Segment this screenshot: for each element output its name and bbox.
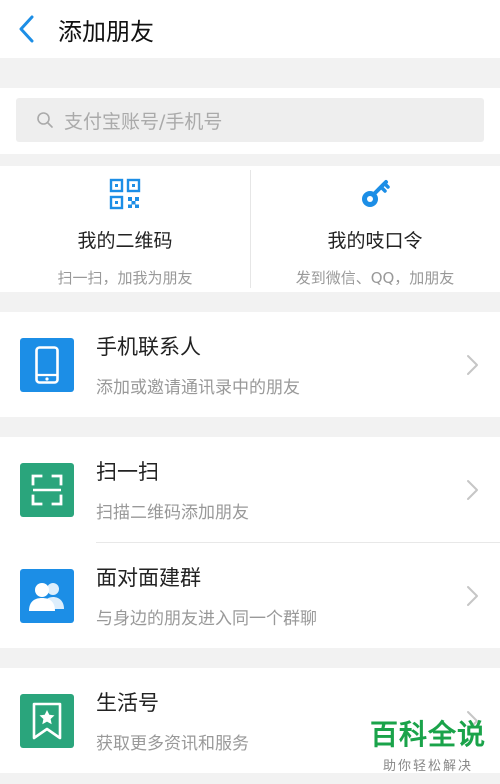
my-password-label: 我的吱口令 xyxy=(327,230,423,252)
my-password-desc: 发到微信、QQ，加朋友 xyxy=(295,269,455,287)
search-section: 支付宝账号/手机号 xyxy=(0,88,500,154)
page-title: 添加朋友 xyxy=(58,17,154,46)
face-to-face-group-item[interactable]: 面对面建群 与身边的朋友进入同一个群聊 xyxy=(0,543,500,648)
phone-tile xyxy=(20,337,74,392)
back-button[interactable] xyxy=(18,14,48,44)
my-password-button[interactable]: 我的吱口令 发到微信、QQ，加朋友 xyxy=(250,166,500,292)
search-icon xyxy=(37,112,53,128)
key-icon xyxy=(362,180,390,207)
life-tile xyxy=(20,693,74,748)
search-placeholder: 支付宝账号/手机号 xyxy=(64,110,223,133)
chevron-right-icon xyxy=(467,354,478,375)
scan-item[interactable]: 扫一扫 扫描二维码添加朋友 xyxy=(0,437,500,542)
chevron-left-icon xyxy=(19,15,34,43)
phone-contacts-item[interactable]: 手机联系人 添加或邀请通讯录中的朋友 xyxy=(0,312,500,417)
header: 添加朋友 xyxy=(0,0,500,58)
group-icon xyxy=(29,582,64,611)
chevron-right-icon xyxy=(467,585,478,606)
chevron-right-icon xyxy=(467,479,478,500)
group-tile xyxy=(20,568,74,623)
qr-code-icon xyxy=(109,178,141,210)
scan-tile xyxy=(20,462,74,517)
scan-group: 扫一扫 扫描二维码添加朋友 面对面建群 与身边的朋友进入同一个群聊 xyxy=(0,437,500,648)
face-to-face-subtitle: 与身边的朋友进入同一个群聊 xyxy=(96,609,317,629)
quick-actions: 我的二维码 扫一扫，加我为朋友 我的吱口令 发到微信、QQ，加朋友 xyxy=(0,166,500,292)
scan-subtitle: 扫描二维码添加朋友 xyxy=(96,503,249,523)
phone-contacts-subtitle: 添加或邀请通讯录中的朋友 xyxy=(96,378,300,398)
search-input[interactable]: 支付宝账号/手机号 xyxy=(16,98,484,142)
scan-icon xyxy=(31,474,63,505)
contacts-group: 手机联系人 添加或邀请通讯录中的朋友 xyxy=(0,312,500,417)
scan-title: 扫一扫 xyxy=(96,460,159,484)
my-qr-code-desc: 扫一扫，加我为朋友 xyxy=(57,269,193,287)
my-qr-code-button[interactable]: 我的二维码 扫一扫，加我为朋友 xyxy=(0,166,250,292)
face-to-face-title: 面对面建群 xyxy=(96,566,201,590)
watermark-sub: 助你轻松解决 xyxy=(382,759,473,774)
watermark-logo: 百科全说 助你轻松解决 xyxy=(370,713,486,774)
phone-contacts-title: 手机联系人 xyxy=(96,335,201,359)
bookmark-star-icon xyxy=(32,702,62,739)
phone-icon xyxy=(35,345,59,384)
my-qr-code-label: 我的二维码 xyxy=(77,230,173,252)
watermark-main: 百科全说 xyxy=(369,718,486,751)
